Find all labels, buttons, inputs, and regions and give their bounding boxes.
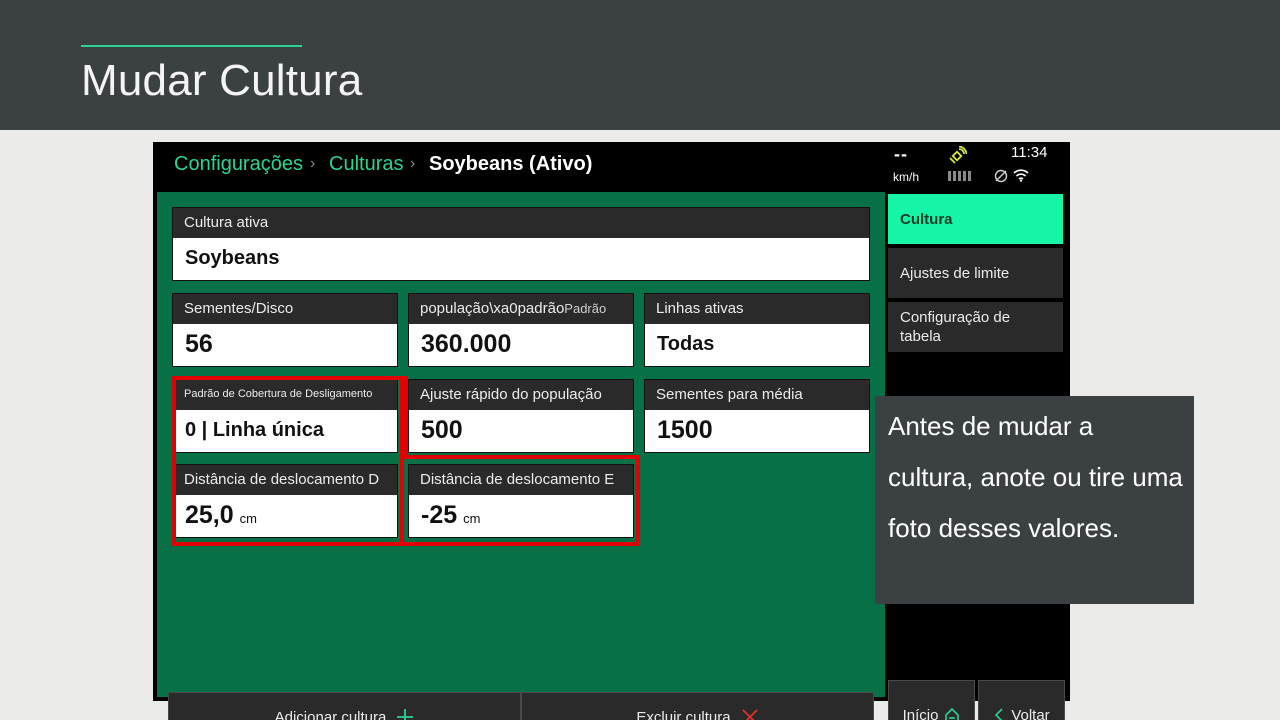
sidebar-item-table-config[interactable]: Configuração de tabela bbox=[888, 302, 1063, 352]
default-population-value: 360.000 bbox=[409, 324, 633, 366]
home-icon bbox=[945, 707, 960, 720]
field-label: população\xa0padrãoPadrão bbox=[409, 294, 633, 324]
clock: 11:34 bbox=[1011, 144, 1048, 161]
satellite-icon bbox=[949, 146, 967, 164]
highlight-frame bbox=[400, 376, 408, 459]
active-crop-value: Soybeans bbox=[173, 238, 869, 280]
sidebar-item-label: Cultura bbox=[900, 210, 953, 228]
title-rule bbox=[81, 45, 302, 47]
add-crop-button[interactable]: Adicionar cultura bbox=[168, 692, 521, 720]
slide-header: Mudar Cultura bbox=[0, 0, 1280, 130]
back-button[interactable]: Voltar bbox=[978, 680, 1065, 720]
delete-crop-label: Excluir cultura bbox=[636, 708, 731, 720]
chevron-left-icon bbox=[995, 708, 1003, 720]
home-label: Início bbox=[902, 706, 939, 720]
breadcrumb-separator: › bbox=[310, 155, 316, 172]
highlight-frame bbox=[400, 455, 640, 546]
back-label: Voltar bbox=[1011, 706, 1050, 720]
signal-bars-icon bbox=[948, 171, 974, 181]
seeds-average-field[interactable]: Sementes para média 1500 bbox=[644, 379, 870, 453]
active-crop-field[interactable]: Cultura ativa Soybeans bbox=[172, 207, 870, 281]
breadcrumb-settings[interactable]: Configurações bbox=[174, 153, 303, 176]
field-label: Ajuste rápido do população bbox=[409, 380, 633, 410]
sidebar-item-label: Configuração de tabela bbox=[900, 309, 1011, 345]
delete-crop-button[interactable]: Excluir cultura bbox=[521, 692, 874, 720]
slide-title: Mudar Cultura bbox=[81, 56, 363, 105]
field-label: Sementes/Disco bbox=[173, 294, 397, 324]
close-icon bbox=[741, 709, 758, 720]
field-label: Sementes para média bbox=[645, 380, 869, 410]
plus-icon bbox=[397, 709, 414, 720]
active-rows-value: Todas bbox=[645, 324, 869, 366]
sidebar-item-limit-settings[interactable]: Ajustes de limite bbox=[888, 248, 1063, 298]
breadcrumb-separator: › bbox=[410, 155, 416, 172]
speed-readout: -- bbox=[894, 144, 908, 164]
network-icon bbox=[994, 169, 1008, 183]
speed-unit: km/h bbox=[893, 170, 920, 184]
add-crop-label: Adicionar cultura bbox=[274, 708, 387, 720]
sidebar-item-label: Ajustes de limite bbox=[900, 264, 1010, 282]
breadcrumb-crops[interactable]: Culturas bbox=[329, 153, 403, 176]
wifi-icon bbox=[1013, 169, 1029, 182]
instruction-callout: Antes de mudar a cultura, anote ou tire … bbox=[875, 396, 1194, 604]
field-label: Cultura ativa bbox=[173, 208, 869, 238]
top-bar: Configurações › Culturas › Soybeans (Ati… bbox=[153, 142, 1070, 192]
seeds-per-disc-field[interactable]: Sementes/Disco 56 bbox=[172, 293, 398, 367]
default-population-field[interactable]: população\xa0padrãoPadrão 360.000 bbox=[408, 293, 634, 367]
seeds-per-disc-value: 56 bbox=[173, 324, 397, 366]
breadcrumb-current: Soybeans (Ativo) bbox=[429, 153, 593, 175]
home-button[interactable]: Início bbox=[888, 680, 975, 720]
highlight-frame bbox=[172, 376, 404, 546]
sidebar-item-crop[interactable]: Cultura bbox=[888, 194, 1063, 244]
population-quick-adjust-value: 500 bbox=[409, 410, 633, 452]
seeds-average-value: 1500 bbox=[645, 410, 869, 452]
active-rows-field[interactable]: Linhas ativas Todas bbox=[644, 293, 870, 367]
field-label: Linhas ativas bbox=[645, 294, 869, 324]
population-quick-adjust-field[interactable]: Ajuste rápido do população 500 bbox=[408, 379, 634, 453]
